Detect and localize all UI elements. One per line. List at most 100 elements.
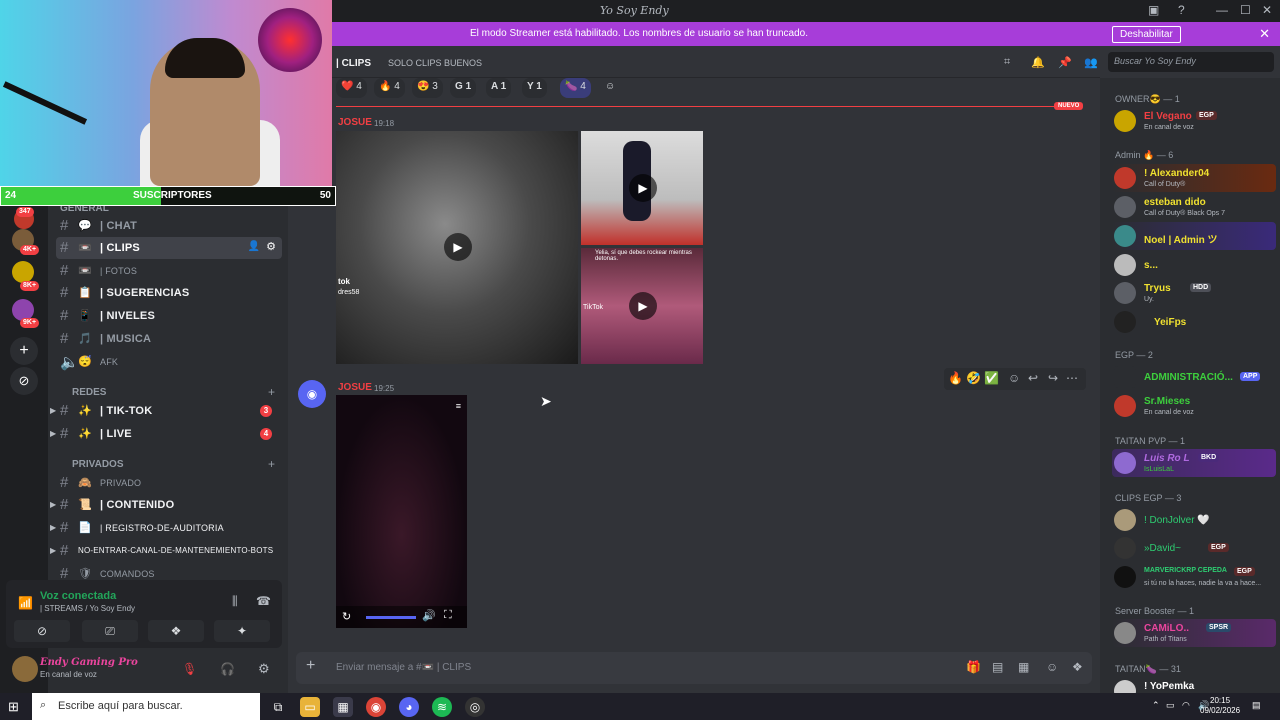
member[interactable]: Luis Ro L BKD IsLuisLaL: [1112, 449, 1276, 477]
member[interactable]: ADMINISTRACIÓ... APP: [1112, 363, 1276, 391]
disconnect-icon[interactable]: ☎: [256, 594, 271, 608]
play-icon[interactable]: ▶: [629, 174, 657, 202]
gear-icon[interactable]: ⚙: [258, 661, 270, 677]
search-input[interactable]: Buscar Yo Soy Endy: [1108, 52, 1274, 72]
replay-icon[interactable]: ↻: [342, 610, 351, 623]
member[interactable]: ! YoPemka: [1112, 677, 1276, 693]
discord-icon[interactable]: ◕: [399, 697, 419, 717]
pin-icon[interactable]: 📌: [1058, 56, 1072, 69]
soundboard-icon[interactable]: ⫼: [232, 594, 238, 609]
video-attachment[interactable]: tok dres58 ▶: [336, 131, 578, 364]
emoji-icon[interactable]: ☺: [1046, 660, 1058, 674]
add-server-icon[interactable]: +: [10, 337, 38, 365]
channel-musica[interactable]: # 🎵 | MUSICA: [56, 328, 282, 350]
apps-icon[interactable]: ❖: [1072, 660, 1083, 674]
server-icon[interactable]: [12, 261, 34, 283]
channel-afk[interactable]: 🔈 😴 AFK: [56, 351, 282, 373]
spotify-icon[interactable]: ≋: [432, 697, 452, 717]
minimize-button[interactable]: —: [1216, 3, 1228, 17]
tray-chevron-icon[interactable]: ⌃: [1152, 700, 1160, 711]
reply-icon[interactable]: ↩: [1028, 371, 1038, 385]
mute-icon[interactable]: 🎙: [182, 662, 197, 676]
quick-reaction[interactable]: ✅: [984, 371, 999, 385]
bell-icon[interactable]: 🔔: [1031, 56, 1045, 69]
sticker-icon[interactable]: ▦: [1018, 660, 1029, 674]
voice-channel[interactable]: | STREAMS / Yo Soy Endy: [40, 604, 135, 613]
channel-live[interactable]: ▶ # ✨ | LIVE 4: [50, 423, 282, 445]
volume-icon[interactable]: 🔊: [422, 609, 436, 622]
avatar[interactable]: [12, 656, 38, 682]
disable-streamer-button[interactable]: Deshabilitar: [1112, 26, 1181, 43]
message-author[interactable]: JOSUE: [338, 117, 372, 128]
video-attachment[interactable]: ▶: [581, 131, 703, 245]
member[interactable]: »David~ EGP: [1112, 534, 1276, 562]
clock[interactable]: 20:15 09/02/2026: [1200, 696, 1240, 716]
wifi-icon[interactable]: ◠: [1182, 700, 1190, 711]
quick-reaction[interactable]: 🤣: [966, 371, 981, 385]
taskbar-search[interactable]: ⌕ Escribe aquí para buscar.: [32, 693, 260, 720]
add-reaction-icon[interactable]: ☺: [600, 78, 620, 98]
notifications-icon[interactable]: ▤: [1252, 700, 1261, 711]
store-icon[interactable]: ▦: [333, 697, 353, 717]
category-redes[interactable]: REDES: [72, 387, 106, 398]
task-view-icon[interactable]: ⧉: [268, 697, 288, 717]
member[interactable]: s...: [1112, 251, 1276, 279]
member[interactable]: ! Alexander04 Call of Duty®: [1112, 164, 1276, 192]
more-icon[interactable]: ⋯: [1066, 371, 1078, 385]
member[interactable]: El Vegano EGP En canal de voz: [1112, 107, 1276, 135]
category-privados[interactable]: PRIVADOS: [72, 459, 124, 470]
gear-icon[interactable]: ⚙: [266, 240, 276, 253]
member[interactable]: ! DonJolver 🤍: [1112, 506, 1276, 534]
banner-close-icon[interactable]: ✕: [1259, 26, 1270, 42]
members-icon[interactable]: 👥: [1084, 56, 1098, 69]
obs-icon[interactable]: ◎: [465, 697, 485, 717]
channel-tiktok[interactable]: ▶ # ✨ | TIK-TOK 3: [50, 400, 282, 422]
network-icon[interactable]: ▭: [1166, 700, 1175, 711]
maximize-button[interactable]: ☐: [1240, 3, 1251, 17]
channel-fotos[interactable]: # 📼 | FOTOS: [56, 260, 282, 282]
add-channel-icon[interactable]: +: [268, 385, 275, 399]
play-icon[interactable]: ▶: [444, 233, 472, 261]
reaction[interactable]: Y 1: [522, 78, 547, 98]
channel-topic[interactable]: SOLO CLIPS BUENOS: [388, 58, 482, 68]
play-icon[interactable]: ▶: [629, 292, 657, 320]
add-reaction-icon[interactable]: ☺: [1008, 371, 1020, 385]
member[interactable]: MARVERICKRP CEPEDA EGP si tú no la haces…: [1112, 563, 1276, 591]
help-icon[interactable]: ?: [1178, 3, 1185, 17]
invite-icon[interactable]: 👤: [248, 241, 260, 252]
quick-reaction[interactable]: 🔥: [948, 371, 963, 385]
discover-icon[interactable]: ⊘: [10, 367, 38, 395]
screenshare-button[interactable]: ⎚: [82, 620, 138, 642]
gif-icon[interactable]: ▤: [992, 660, 1003, 674]
reaction[interactable]: 😍 3: [412, 78, 443, 98]
effects-button[interactable]: ✦: [214, 620, 270, 642]
member[interactable]: Noel | Admin ツ: [1112, 222, 1276, 250]
channel-clips[interactable]: # 📼 | CLIPS 👤 ⚙: [56, 237, 282, 259]
reaction[interactable]: 🍆 4: [560, 78, 591, 98]
progress-bar[interactable]: [366, 616, 416, 619]
channel-niveles[interactable]: # 📱 | NIVELES: [56, 305, 282, 327]
activities-button[interactable]: ❖: [148, 620, 204, 642]
video-attachment[interactable]: Yelia, sí que debes rockear mientras det…: [581, 248, 703, 364]
inbox-icon[interactable]: ▣: [1148, 3, 1159, 17]
camera-off-button[interactable]: ⊘: [14, 620, 70, 642]
menu-icon[interactable]: ≡: [456, 401, 461, 411]
reaction[interactable]: G 1: [450, 78, 477, 98]
forward-icon[interactable]: ↪: [1048, 371, 1058, 385]
member[interactable]: Tryus HDD Uy.: [1112, 279, 1276, 307]
channel-privado[interactable]: # 🙈 PRIVADO: [56, 472, 282, 494]
channel-registro[interactable]: ▶ # 📄 | REGISTRO-DE-AUDITORIA: [50, 517, 282, 539]
attach-icon[interactable]: +: [306, 657, 315, 675]
member[interactable]: CAMiLO.. SPSR Path of Titans: [1112, 619, 1276, 647]
threads-icon[interactable]: ⌗: [1004, 56, 1010, 69]
member[interactable]: esteban dido Call of Duty® Black Ops 7: [1112, 193, 1276, 221]
deafen-icon[interactable]: 🎧: [220, 662, 235, 676]
close-window-button[interactable]: ✕: [1262, 3, 1272, 17]
username[interactable]: Endy Gaming Pro: [40, 657, 138, 668]
channel-mantenimiento[interactable]: ▶ # NO-ENTRAR-CANAL-DE-MANTENEMIENTO-BOT…: [50, 540, 282, 562]
video-player[interactable]: ≡ ↻ 🔊 ⛶: [336, 395, 467, 628]
avatar[interactable]: ◉: [298, 380, 326, 408]
message-author[interactable]: JOSUE: [338, 382, 372, 393]
member[interactable]: YeiFps: [1112, 308, 1276, 336]
windows-icon[interactable]: ⊞: [8, 699, 19, 715]
